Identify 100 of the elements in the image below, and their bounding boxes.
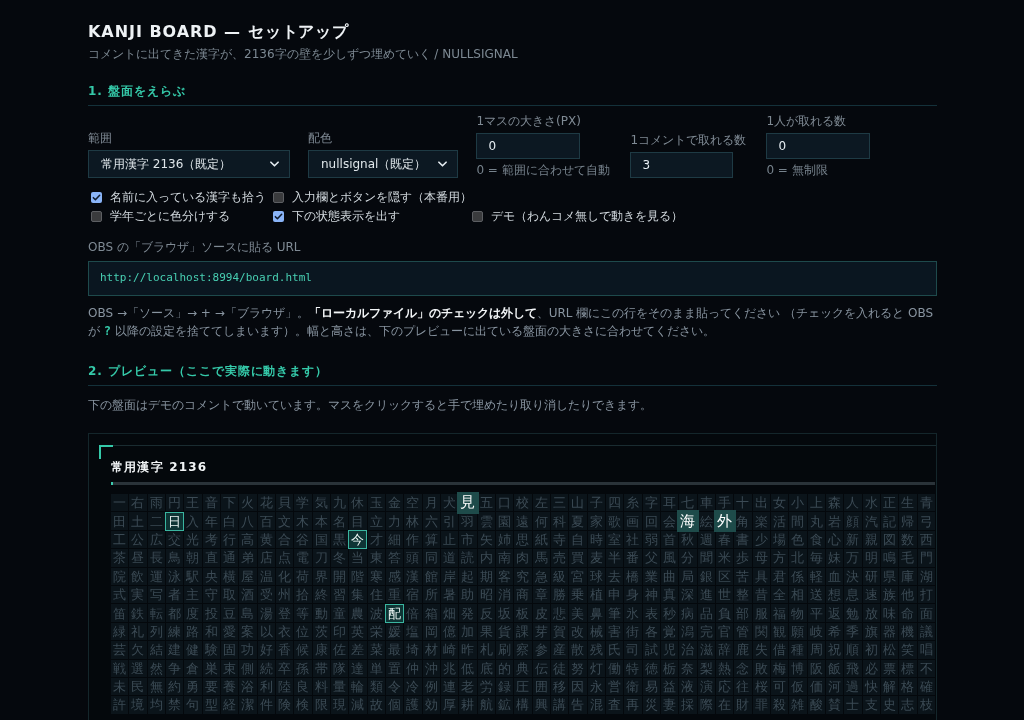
kanji-cell[interactable]: 糸 [625,495,640,510]
kanji-cell[interactable]: 飯 [827,661,842,676]
kanji-cell[interactable]: 深 [680,587,695,602]
kanji-cell[interactable]: 効 [424,698,439,712]
kanji-cell[interactable]: 放 [864,606,879,621]
kanji-cell[interactable]: 秒 [662,606,677,621]
kanji-cell[interactable]: 刷 [497,642,512,657]
kanji-cell[interactable]: 敗 [754,661,769,676]
kanji-cell[interactable]: 味 [882,606,897,621]
kanji-cell[interactable]: 八 [240,514,255,529]
kanji-cell[interactable]: 急 [534,569,549,584]
kanji-cell[interactable]: 検 [295,698,310,712]
kanji-cell[interactable]: 図 [882,532,897,547]
kanji-cell[interactable]: 園 [497,514,512,529]
kanji-cell[interactable]: 交 [167,532,182,547]
kanji-cell[interactable]: 感 [387,569,402,584]
kanji-cell[interactable]: 易 [644,679,659,694]
url-field[interactable]: http://localhost:8994/board.html [88,261,937,296]
kanji-cell[interactable]: 支 [864,698,879,712]
kanji-cell[interactable]: 央 [204,569,219,584]
kanji-cell[interactable]: 耳 [662,495,677,510]
kanji-cell[interactable]: 市 [460,532,475,547]
kanji-cell[interactable]: 好 [259,642,274,657]
kanji-cell[interactable]: 種 [790,642,805,657]
kanji-cell[interactable]: 湖 [919,569,934,584]
kanji-cell[interactable]: 度 [185,606,200,621]
kanji-cell[interactable]: 五 [479,495,494,510]
kanji-cell[interactable]: 旗 [864,624,879,639]
kanji-cell[interactable]: 低 [460,661,475,676]
kanji-cell[interactable]: 心 [827,532,842,547]
kanji-cell[interactable]: 伝 [534,661,549,676]
number-input[interactable]: 0 [476,133,581,159]
kanji-cell[interactable]: 汽 [864,514,879,529]
kanji-cell[interactable]: 隊 [332,661,347,676]
kanji-cell[interactable]: 然 [149,661,164,676]
kanji-cell[interactable]: 勇 [185,679,200,694]
kanji-cell[interactable]: 査 [607,698,622,712]
number-input[interactable]: 3 [630,152,734,178]
kanji-cell[interactable]: 横 [222,569,237,584]
kanji-cell[interactable]: 厚 [442,698,457,712]
kanji-cell[interactable]: 禁 [167,698,182,712]
kanji-cell[interactable]: 倉 [185,661,200,676]
kanji-cell[interactable]: 礼 [131,624,145,639]
kanji-cell[interactable]: 休 [350,495,365,510]
kanji-cell[interactable]: 決 [845,569,860,584]
checkbox-label[interactable]: 入力欄とボタンを隠す（本番用） [292,190,472,205]
kanji-cell[interactable]: 察 [515,642,530,657]
kanji-cell[interactable]: 養 [222,679,237,694]
kanji-cell[interactable]: 因 [570,679,585,694]
kanji-cell[interactable]: 東 [369,550,384,565]
kanji-cell[interactable]: 航 [479,698,494,712]
kanji-cell[interactable]: 松 [882,642,897,657]
kanji-cell[interactable]: 森 [827,495,842,510]
kanji-cell[interactable]: 行 [222,532,237,547]
kanji-cell[interactable]: 配 [385,603,405,623]
checkbox[interactable] [273,211,284,222]
kanji-cell[interactable]: 妹 [827,550,842,565]
kanji-cell[interactable]: 建 [167,642,182,657]
kanji-cell[interactable]: 標 [900,661,915,676]
kanji-cell[interactable]: 消 [497,587,512,602]
kanji-cell[interactable]: 白 [222,514,237,529]
kanji-cell[interactable]: 快 [864,679,879,694]
kanji-cell[interactable]: 客 [497,569,512,584]
kanji-cell[interactable]: 農 [350,606,365,621]
kanji-cell[interactable]: 経 [222,698,237,712]
kanji-cell[interactable]: 徒 [552,661,567,676]
kanji-cell[interactable]: 参 [534,642,549,657]
kanji-cell[interactable]: 浴 [240,679,255,694]
kanji-cell[interactable]: 在 [717,698,732,712]
kanji-cell[interactable]: 数 [900,532,915,547]
kanji-cell[interactable]: 色 [790,532,805,547]
kanji-cell[interactable]: 箱 [424,606,439,621]
kanji-cell[interactable]: 者 [167,587,182,602]
kanji-cell[interactable]: 芽 [534,624,549,639]
kanji-cell[interactable]: 表 [644,606,659,621]
kanji-cell[interactable]: 札 [479,642,494,657]
kanji-cell[interactable]: 苦 [735,569,750,584]
kanji-cell[interactable]: 冬 [332,550,347,565]
kanji-cell[interactable]: 音 [204,495,219,510]
checkbox[interactable] [273,192,284,203]
kanji-cell[interactable]: 解 [882,679,897,694]
checkbox[interactable] [91,192,102,203]
kanji-cell[interactable]: 冷 [405,679,420,694]
kanji-cell[interactable]: 液 [680,679,695,694]
kanji-cell[interactable]: 火 [240,495,255,510]
kanji-cell[interactable]: 相 [790,587,805,602]
checkbox[interactable] [472,211,483,222]
kanji-cell[interactable]: 芸 [112,642,127,657]
kanji-cell[interactable]: 子 [589,495,604,510]
kanji-cell[interactable]: 曲 [662,569,677,584]
kanji-cell[interactable]: 件 [259,698,274,712]
kanji-cell[interactable]: 神 [644,587,659,602]
kanji-cell[interactable]: 採 [680,698,695,712]
kanji-cell[interactable]: 利 [259,679,274,694]
kanji-cell[interactable]: 波 [369,606,384,621]
kanji-cell[interactable]: 木 [295,514,310,529]
kanji-cell[interactable]: 笑 [900,642,915,657]
kanji-cell[interactable]: 角 [735,514,750,529]
kanji-cell[interactable]: 往 [735,679,750,694]
kanji-cell[interactable]: 衣 [277,624,292,639]
